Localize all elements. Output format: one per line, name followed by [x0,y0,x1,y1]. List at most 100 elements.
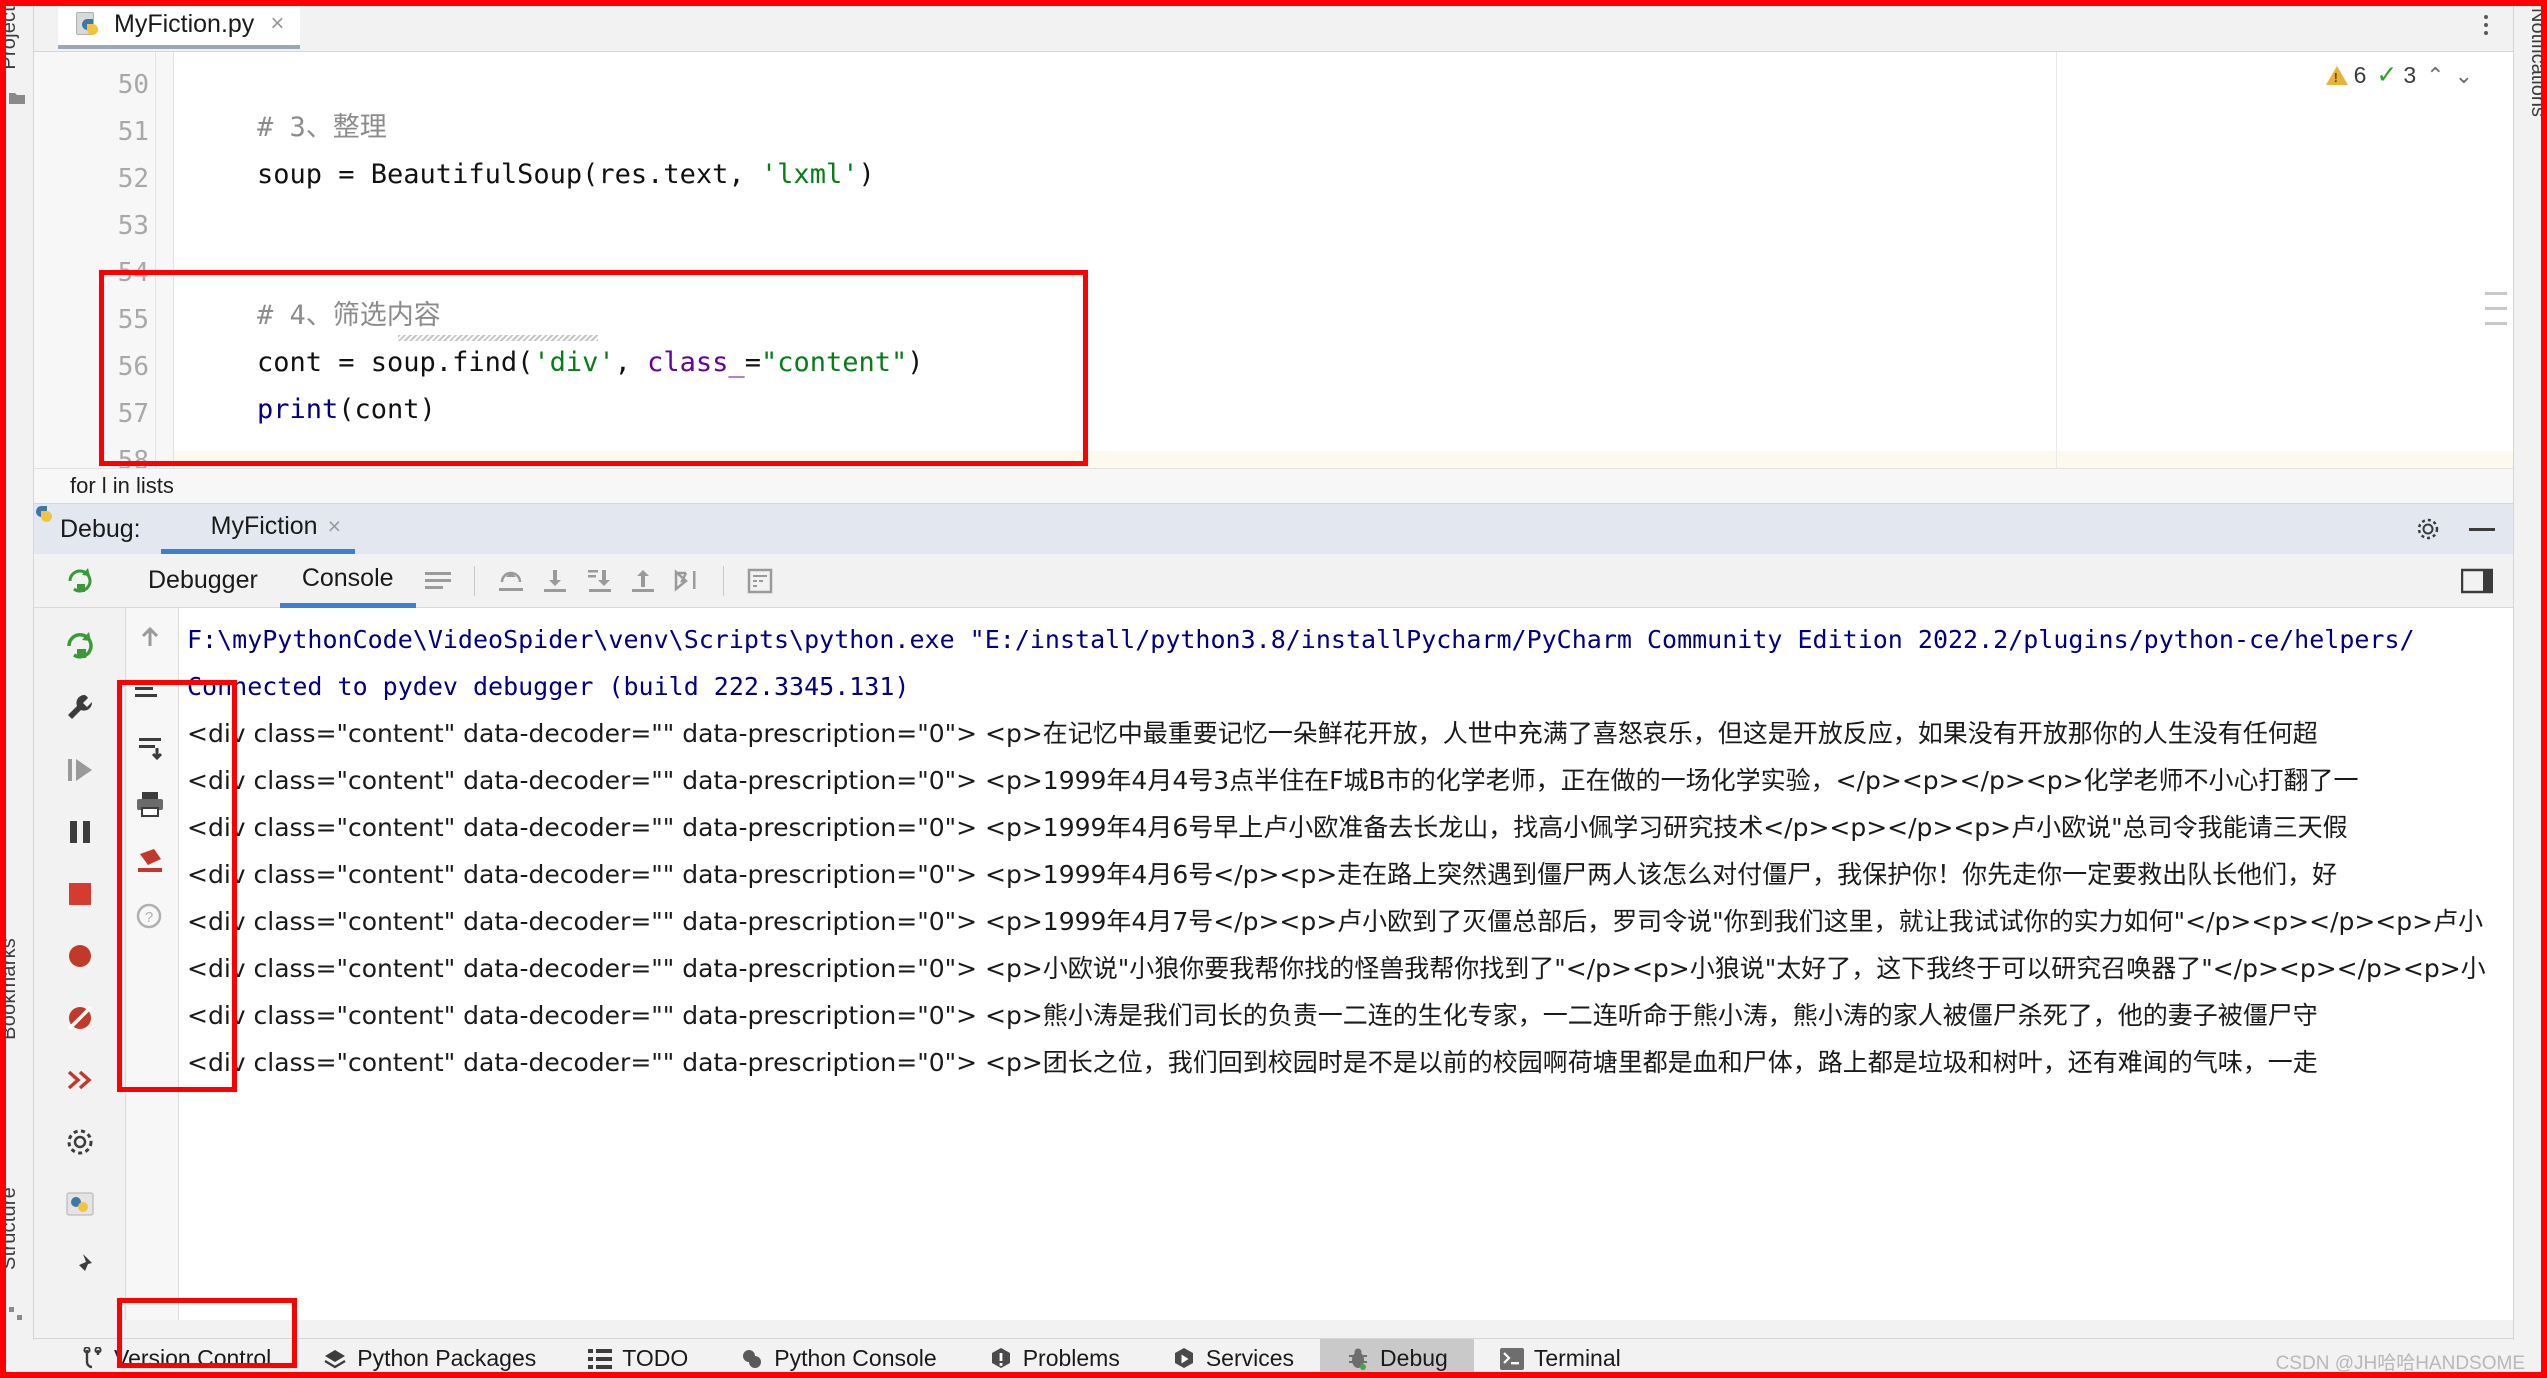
editor-tab-bar: MyFiction.py × [34,0,2513,52]
wrench-icon[interactable] [52,680,108,736]
code-token: cont = soup.find( [257,347,534,378]
status-item-version-control[interactable]: Version Control [56,1339,297,1378]
rerun-icon[interactable] [34,564,126,598]
python-console-icon [743,1349,762,1368]
evaluate-expression-icon[interactable] [738,561,782,601]
pycharm-window: Project Bookmarks Structure Notification… [0,0,2547,1378]
force-step-into-icon[interactable] [577,561,621,601]
code-token: , [614,347,648,378]
rerun-session-icon[interactable] [52,618,108,674]
status-item-services[interactable]: Services [1146,1339,1320,1378]
close-icon[interactable]: × [328,513,341,540]
print-icon[interactable] [135,790,171,824]
status-item-todo[interactable]: TODO [562,1339,714,1378]
python-file-icon [76,11,102,37]
stop-icon[interactable] [52,866,108,922]
layout-settings-icon[interactable] [2461,568,2513,594]
scroll-up-icon[interactable] [135,622,171,656]
warning-triangle-icon [2325,66,2348,85]
status-item-label: Python Console [774,1345,937,1371]
status-item-python-packages[interactable]: Python Packages [297,1339,562,1378]
chevron-down-icon[interactable]: ⌄ [2455,63,2473,89]
pause-program-icon[interactable] [52,804,108,860]
console-output[interactable]: F:\myPythonCode\VideoSpider\venv\Scripts… [179,608,2513,1320]
step-into-icon[interactable] [533,561,577,601]
code-text-area[interactable]: # 3、整理 soup = BeautifulSoup(res.text, 'l… [175,52,2513,468]
soft-wrap-icon[interactable] [134,678,171,712]
code-token: = [744,347,761,378]
line-number-gutter: 50 51 52 53 54 55 56 57 58 [34,52,174,468]
line-number: 52 [117,164,149,194]
code-editor[interactable]: 50 51 52 53 54 55 56 57 58 # 3、整理 soup =… [34,52,2513,468]
tab-debugger[interactable]: Debugger [126,554,280,608]
more-options-icon[interactable] [2473,11,2499,39]
debug-action-column [34,608,126,1320]
code-line-52: soup = BeautifulSoup(res.text, 'lxml') [257,151,875,198]
code-folding-column[interactable] [155,52,156,468]
debug-window-header: Debug: MyFiction × [34,504,2513,554]
tab-console[interactable]: Console [279,554,416,608]
code-line-57: print(cont) [257,386,436,433]
code-token: soup = BeautifulSoup(res.text, [257,159,761,190]
inspection-widget[interactable]: 6 ✓ 3 ⌃ ⌄ [2325,62,2473,89]
editor-tab-myfiction[interactable]: MyFiction.py × [58,3,301,49]
resume-program-icon[interactable] [52,742,108,798]
breadcrumb-text: for l in lists [70,473,174,498]
scroll-down-icon[interactable] [135,734,171,768]
gear-icon[interactable] [2415,516,2441,542]
structure-icon[interactable] [8,1306,26,1322]
packages-icon [324,1349,346,1368]
clear-all-icon[interactable] [135,846,171,880]
status-item-label: Python Packages [357,1345,537,1371]
status-item-label: Debug [1380,1345,1448,1371]
settings-icon[interactable] [52,1114,108,1170]
status-item-terminal[interactable]: Terminal [1474,1339,1647,1378]
help-icon[interactable]: ? [135,902,171,936]
tool-tab-bookmarks[interactable]: Bookmarks [0,938,21,1040]
line-number: 56 [117,352,149,382]
vcs-branch-icon [83,1346,102,1368]
console-settings-icon[interactable] [416,561,460,601]
status-bar: Version Control Python Packages TODO Pyt… [0,1338,2547,1378]
forward-icon[interactable] [52,1052,108,1108]
minimize-icon[interactable] [2469,527,2495,531]
debug-bug-icon [1349,1348,1368,1370]
chevron-up-icon[interactable]: ⌃ [2426,63,2444,89]
status-item-label: Problems [1022,1345,1120,1371]
tool-tab-structure[interactable]: Structure [0,1187,21,1270]
step-over-icon[interactable] [489,561,533,601]
ok-count-group[interactable]: ✓ 3 [2376,62,2416,89]
debug-session-tab[interactable]: MyFiction × [36,504,356,554]
close-icon[interactable]: × [270,12,284,36]
status-item-problems[interactable]: Problems [963,1339,1146,1378]
run-to-cursor-icon[interactable] [665,561,709,601]
python-console-icon[interactable] [52,1176,108,1232]
toolbar-divider [722,565,724,596]
project-folder-icon[interactable] [8,90,26,106]
tool-tab-notifications[interactable]: Notifications [2526,8,2547,117]
line-number: 54 [117,258,149,288]
tool-tab-project[interactable]: Project [0,6,21,70]
debug-session-label: MyFiction [210,512,318,540]
debug-header-actions [2415,504,2495,554]
toolbar-divider [473,565,475,596]
status-item-debug[interactable]: Debug [1320,1338,1474,1378]
code-token: (cont) [338,394,436,425]
status-item-label: Version Control [114,1345,272,1371]
view-breakpoints-icon[interactable] [52,928,108,984]
pin-icon[interactable] [52,1238,108,1294]
line-number: 55 [117,305,149,335]
string-token: 'lxml' [760,159,859,190]
minimap-marks[interactable] [2485,292,2507,337]
mute-breakpoints-icon[interactable] [52,990,108,1046]
console-line-output-5: <div class="content" data-decoder="" dat… [187,907,2484,936]
python-run-icon [36,506,201,540]
string-token: "content" [760,347,908,378]
console-line-output-8: <div class="content" data-decoder="" dat… [187,1048,2318,1077]
console-line-interpreter-path: F:\myPythonCode\VideoSpider\venv\Scripts… [187,625,2415,654]
console-line-output-4: <div class="content" data-decoder="" dat… [187,860,2338,889]
warning-count-group[interactable]: 6 [2325,62,2366,89]
code-token: ) [858,159,875,190]
status-item-python-console[interactable]: Python Console [714,1339,962,1378]
step-out-icon[interactable] [621,561,665,601]
